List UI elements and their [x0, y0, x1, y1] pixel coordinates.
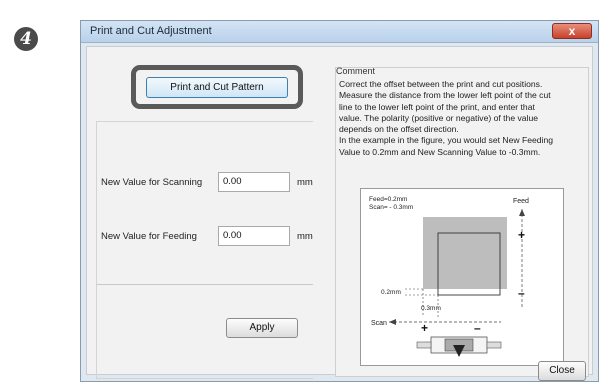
comment-title: Comment: [336, 66, 376, 76]
comment-line: depends on the offset direction.: [339, 124, 459, 135]
section-divider: [97, 284, 313, 285]
cutting-carriage-icon: [416, 336, 502, 357]
dimension-0-3mm: 0.3mm: [421, 305, 441, 312]
pattern-button-highlight: Print and Cut Pattern: [131, 65, 303, 109]
scan-plus-sign: +: [421, 321, 428, 335]
feed-axis-label: Feed: [513, 198, 529, 205]
close-button[interactable]: Close: [538, 361, 586, 381]
scan-minus-sign: –: [474, 321, 481, 335]
scanning-unit: mm: [297, 177, 313, 188]
apply-button[interactable]: Apply: [226, 318, 298, 338]
comment-group: Comment Correct the offset between the p…: [335, 66, 589, 377]
title-bar: Print and Cut Adjustment x: [81, 21, 598, 43]
comment-line: value. The polarity (positive or negativ…: [339, 112, 539, 123]
comment-line: Value to 0.2mm and New Scanning Value to…: [339, 146, 541, 157]
step-number-badge: 4: [14, 27, 38, 51]
print-area: [423, 217, 507, 289]
values-panel: New Value for Scanning 0.00 mm New Value…: [96, 121, 313, 379]
comment-line: In the example in the figure, you would …: [339, 135, 554, 146]
scan-axis-label: Scan: [371, 320, 387, 327]
comment-text: Correct the offset between the print and…: [339, 79, 585, 158]
feeding-unit: mm: [297, 231, 313, 242]
feeding-label: New Value for Feeding: [101, 231, 197, 242]
comment-line: Correct the offset between the print and…: [339, 79, 543, 89]
feed-plus-sign: +: [518, 228, 525, 242]
print-and-cut-dialog: Print and Cut Adjustment x Print and Cut…: [80, 20, 599, 382]
comment-line: Measure the distance from the lower left…: [339, 90, 551, 101]
dialog-client-area: Print and Cut Pattern New Value for Scan…: [86, 46, 593, 381]
comment-line: line to the lower left point of the prin…: [339, 101, 535, 112]
scanning-value-field[interactable]: 0.00: [218, 172, 290, 192]
offset-example-figure: Feed=0.2mm Scan= - 0.3mm Feed 0.2mm 0.3m…: [360, 188, 564, 366]
dialog-title: Print and Cut Adjustment: [90, 25, 212, 37]
dimension-0-2mm: 0.2mm: [381, 289, 401, 296]
figure-scan-value: Scan= - 0.3mm: [369, 204, 413, 211]
figure-feed-value: Feed=0.2mm: [369, 196, 407, 203]
scanning-label: New Value for Scanning: [101, 177, 203, 188]
scan-arrow-icon: [389, 319, 396, 325]
print-and-cut-pattern-button[interactable]: Print and Cut Pattern: [146, 77, 288, 98]
feed-minus-sign: –: [518, 286, 525, 300]
feed-arrow-icon: [519, 209, 525, 216]
window-close-button[interactable]: x: [552, 23, 592, 39]
feeding-value-field[interactable]: 0.00: [218, 226, 290, 246]
